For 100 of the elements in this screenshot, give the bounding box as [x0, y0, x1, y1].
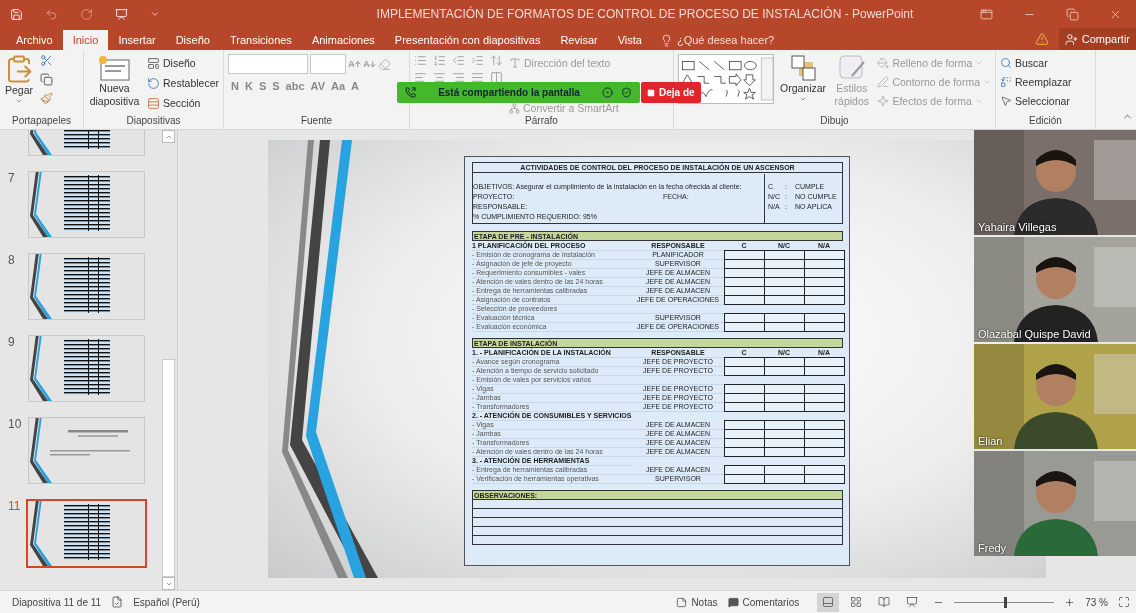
save-icon[interactable] [10, 7, 23, 21]
check-cell[interactable] [724, 366, 765, 376]
shape-format-button[interactable]: Contorno de forma [877, 73, 991, 91]
scrollbar[interactable] [162, 130, 175, 590]
view-button[interactable] [817, 592, 840, 612]
format-button[interactable]: K [241, 80, 256, 92]
check-cell[interactable] [804, 313, 845, 323]
ribbon-tab[interactable]: Vista [607, 30, 652, 50]
slide-command[interactable]: Diseño [146, 54, 219, 72]
slide-command[interactable]: Restablecer [146, 74, 219, 92]
caret-icon [15, 97, 23, 105]
check-cell[interactable] [804, 277, 845, 287]
check-cell[interactable] [764, 402, 805, 412]
shapes-gallery[interactable] [678, 54, 774, 104]
font-size-field[interactable] [310, 54, 346, 74]
ribbon-tab[interactable]: Presentación con diapositivas [384, 30, 551, 50]
tell-me-field[interactable]: ¿Qué desea hacer? [676, 34, 775, 46]
record-icon[interactable] [602, 87, 613, 98]
cut-icon[interactable] [40, 54, 53, 67]
group-label: Portapapeles [11, 115, 72, 128]
ribbon-tab[interactable]: Insertar [108, 30, 166, 50]
stop-sharing-button[interactable]: Deja de [641, 82, 701, 103]
language-indicator[interactable]: Español (Perú) [133, 596, 200, 608]
notes-button[interactable]: Notas [676, 596, 718, 608]
notes-icon [676, 596, 688, 608]
check-cell[interactable] [804, 420, 845, 430]
slide-command[interactable]: Sección [146, 94, 219, 112]
stop-icon [647, 88, 655, 97]
format-button[interactable]: abc [282, 80, 308, 92]
check-cell[interactable] [804, 447, 845, 457]
slide-thumbnail[interactable] [28, 171, 145, 238]
zoom-level[interactable]: 73 % [1085, 596, 1108, 608]
check-cell[interactable] [764, 366, 805, 376]
ribbon-tab[interactable]: Inicio [62, 30, 109, 50]
new-slide-button[interactable]: Nueva diapositiva [88, 54, 141, 115]
warning-icon[interactable] [1034, 32, 1049, 46]
check-cell[interactable] [724, 402, 765, 412]
ribbon-tab[interactable]: Transiciones [219, 30, 302, 50]
format-button[interactable]: A [348, 80, 363, 92]
ribbon-tab[interactable]: Diseño [165, 30, 220, 50]
check-cell[interactable] [804, 474, 845, 484]
editing-button[interactable]: Buscar [1000, 54, 1072, 72]
slide-number: 11 [8, 499, 22, 515]
check-cell[interactable] [764, 447, 805, 457]
ribbon-tab[interactable]: Animaciones [301, 30, 385, 50]
fit-slide-icon[interactable] [1118, 596, 1130, 608]
check-cell[interactable] [804, 384, 845, 394]
zoom-thumb[interactable] [1004, 596, 1008, 608]
check-cell[interactable] [804, 438, 845, 448]
spelling-icon[interactable] [111, 596, 124, 608]
check-cell[interactable] [804, 268, 845, 278]
format-button[interactable]: S [255, 80, 270, 92]
restore-icon[interactable] [1066, 7, 1079, 21]
check-cell[interactable] [764, 322, 805, 332]
ribbon-tab[interactable]: Revisar [550, 30, 608, 50]
text-direction-button[interactable]: Dirección del texto [509, 54, 619, 72]
copy-icon[interactable] [40, 73, 53, 86]
check-cell[interactable] [724, 474, 765, 484]
editing-button[interactable]: Reemplazar [1000, 73, 1072, 91]
check-cell[interactable] [804, 357, 845, 367]
check-cell[interactable] [724, 295, 765, 305]
check-cell[interactable] [804, 429, 845, 439]
slide-thumbnail[interactable] [28, 335, 145, 402]
format-painter-icon[interactable] [40, 92, 53, 105]
font-name-field[interactable] [228, 54, 308, 74]
slide-thumbnail[interactable] [26, 499, 147, 568]
check-cell[interactable] [764, 295, 805, 305]
ribbon-display-icon[interactable] [980, 7, 993, 21]
shape-format-button[interactable]: Efectos de forma [877, 92, 991, 110]
check-cell[interactable] [804, 393, 845, 403]
paste-button[interactable]: Pegar [4, 54, 34, 115]
check-cell[interactable] [804, 465, 845, 475]
quick-styles-button[interactable]: Estilos rápidos [832, 54, 872, 115]
check-cell[interactable] [804, 295, 845, 305]
format-button[interactable]: S [269, 80, 283, 92]
check-cell[interactable] [804, 259, 845, 269]
arrange-button[interactable]: Organizar [780, 54, 827, 115]
check-cell[interactable] [804, 402, 845, 412]
check-cell[interactable] [724, 447, 765, 457]
slide-thumbnail[interactable] [28, 130, 145, 156]
slide-thumbnail[interactable] [28, 253, 145, 320]
smartart-button[interactable]: Convertir a SmartArt [509, 101, 619, 115]
slide-thumbnail[interactable] [28, 417, 145, 484]
format-button[interactable]: N [228, 80, 242, 92]
shape-format-button[interactable]: Relleno de forma [877, 54, 991, 72]
share-button[interactable]: Compartir [1058, 28, 1136, 50]
check-cell[interactable] [804, 366, 845, 376]
check-cell[interactable] [804, 286, 845, 296]
check-cell[interactable] [764, 474, 805, 484]
format-button[interactable]: Aa [328, 80, 349, 92]
ribbon-tab[interactable]: Archivo [6, 30, 63, 50]
comments-button[interactable]: Comentarios [727, 596, 800, 608]
format-button[interactable]: AV [307, 80, 329, 92]
check-cell[interactable] [804, 322, 845, 332]
zoom-in-icon[interactable] [1064, 596, 1076, 608]
editing-button[interactable]: Seleccionar [1000, 92, 1072, 110]
check-cell[interactable] [804, 250, 845, 260]
present-icon[interactable] [115, 7, 128, 21]
check-cell[interactable] [724, 322, 765, 332]
section-icon [146, 96, 160, 110]
